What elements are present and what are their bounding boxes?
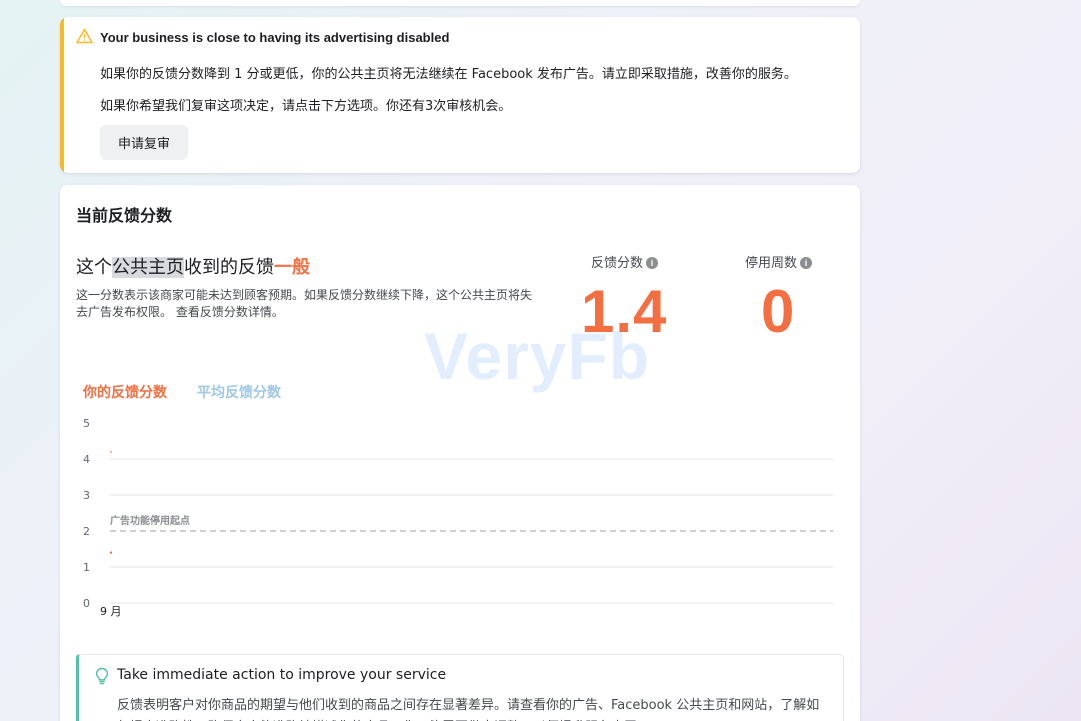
feedback-score-chart: 5 4 3 2 1 0 广告功能停用起点 9 月 [83, 417, 833, 618]
y-tick-label: 0 [83, 597, 90, 610]
previous-card-edge [60, 0, 860, 6]
action-tip-box: Take immediate action to improve your se… [76, 654, 844, 721]
request-review-button[interactable]: 申请复审 [100, 125, 188, 160]
y-tick-label: 2 [83, 525, 90, 538]
headline-highlight: 公共主页 [112, 257, 184, 278]
feedback-headline: 这个公共主页收到的反馈一般 [76, 253, 310, 279]
warning-accent-bar [60, 17, 64, 173]
legend-your-score[interactable]: 你的反馈分数 [83, 382, 167, 402]
score-label: 反馈分数 i [591, 252, 659, 271]
ad-disable-warning-card: Your business is close to having its adv… [60, 17, 860, 173]
tip-title: Take immediate action to improve your se… [117, 667, 447, 683]
score-value: 1.4 [581, 278, 668, 345]
y-tick-label: 4 [83, 453, 90, 466]
info-icon[interactable]: i [800, 257, 813, 269]
warning-title: Your business is close to having its adv… [100, 30, 450, 45]
info-icon[interactable]: i [646, 257, 659, 269]
threshold-label: 广告功能停用起点 [110, 514, 190, 527]
review-info-message: 如果你希望我们复审这项决定，请点击下方选项。你还有3次审核机会。 [100, 99, 512, 114]
average-score-point [110, 450, 112, 453]
headline-middle: 收到的反馈 [184, 257, 274, 278]
weeks-value: 0 [761, 278, 796, 345]
legend-average-score[interactable]: 平均反馈分数 [197, 382, 281, 402]
warning-message: 如果你的反馈分数降到 1 分或更低，你的公共主页将无法继续在 Facebook … [100, 67, 797, 82]
lightbulb-icon [95, 667, 109, 685]
score-label-text: 反馈分数 [591, 256, 644, 271]
weeks-label-text: 停用周数 [745, 256, 798, 271]
y-tick-label: 1 [83, 561, 90, 574]
tip-text: 反馈表明客户对你商品的期望与他们收到的商品之间存在显著差异。请查看你的广告、Fa… [117, 698, 820, 721]
section-title: 当前反馈分数 [76, 206, 173, 225]
your-score-point [110, 551, 112, 554]
description-text: 这一分数表示该商家可能未达到顾客预期。如果反馈分数继续下降，这个公共主页将失去广… [76, 288, 533, 319]
y-tick-label: 3 [83, 489, 90, 502]
y-tick-label: 5 [83, 417, 90, 430]
feedback-description: 这一分数表示该商家可能未达到顾客预期。如果反馈分数继续下降，这个公共主页将失去广… [76, 287, 538, 321]
warning-triangle-icon [76, 28, 93, 44]
feedback-score-card: 当前反馈分数 这个公共主页收到的反馈一般 这一分数表示该商家可能未达到顾客预期。… [60, 185, 860, 721]
x-tick-label: 9 月 [100, 605, 122, 618]
feedback-level: 一般 [274, 257, 310, 278]
score-details-link[interactable]: 查看反馈分数详情。 [176, 305, 284, 319]
headline-prefix: 这个 [76, 257, 112, 278]
weeks-label: 停用周数 i [745, 252, 813, 271]
